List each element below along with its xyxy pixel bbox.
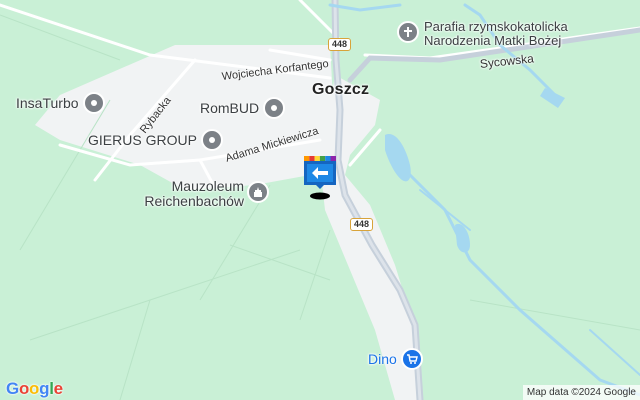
pond-main: [385, 134, 411, 182]
marker-shadow: [310, 192, 330, 200]
shopping-cart-icon: [400, 348, 423, 370]
poi-parafia[interactable]: Parafia rzymskokatolicka Narodzenia Matk…: [424, 20, 568, 48]
poi-label: Dino: [368, 350, 397, 367]
location-marker-icon[interactable]: [304, 156, 336, 189]
monument-icon[interactable]: [247, 181, 269, 203]
map-attribution[interactable]: Map data ©2024 Google: [522, 385, 640, 400]
poi-label-line1: Parafia rzymskokatolicka: [424, 19, 568, 34]
poi-insaturbo[interactable]: InsaTurbo: [16, 92, 105, 114]
poi-label-line2: Reichenbachów: [144, 193, 244, 209]
poi-label-line2: Narodzenia Matki Bożej: [424, 33, 562, 48]
church-icon[interactable]: [397, 21, 419, 43]
google-logo-letter: e: [53, 379, 63, 398]
google-logo-letter: g: [39, 379, 50, 398]
google-logo-letter: o: [18, 379, 30, 398]
poi-label-line1: Mauzoleum: [171, 178, 244, 194]
google-logo: Google: [6, 379, 63, 399]
poi-dino[interactable]: Dino: [368, 348, 423, 370]
road-shield-448-south: 448: [350, 218, 374, 231]
poi-rombud[interactable]: RomBUD: [200, 97, 286, 119]
map-canvas[interactable]: Goszcz 448 448 Wojciecha Korfantego Ryba…: [0, 0, 640, 400]
poi-label: InsaTurbo: [16, 94, 79, 111]
poi-label: RomBUD: [200, 99, 260, 116]
location-pin-icon: [263, 97, 286, 119]
google-logo-letter: o: [29, 379, 40, 398]
google-logo-letter: G: [6, 379, 19, 398]
road-shield-448-north: 448: [328, 38, 352, 51]
poi-mauzoleum[interactable]: Mauzoleum Reichenbachów: [140, 179, 244, 209]
town-label: Goszcz: [312, 81, 370, 98]
location-pin-icon: [82, 92, 105, 114]
location-pin-icon: [200, 129, 223, 151]
poi-label: GIERUS GROUP: [88, 131, 197, 148]
google-logo-text: Google: [6, 379, 63, 398]
poi-gierus-group[interactable]: GIERUS GROUP: [88, 129, 223, 151]
